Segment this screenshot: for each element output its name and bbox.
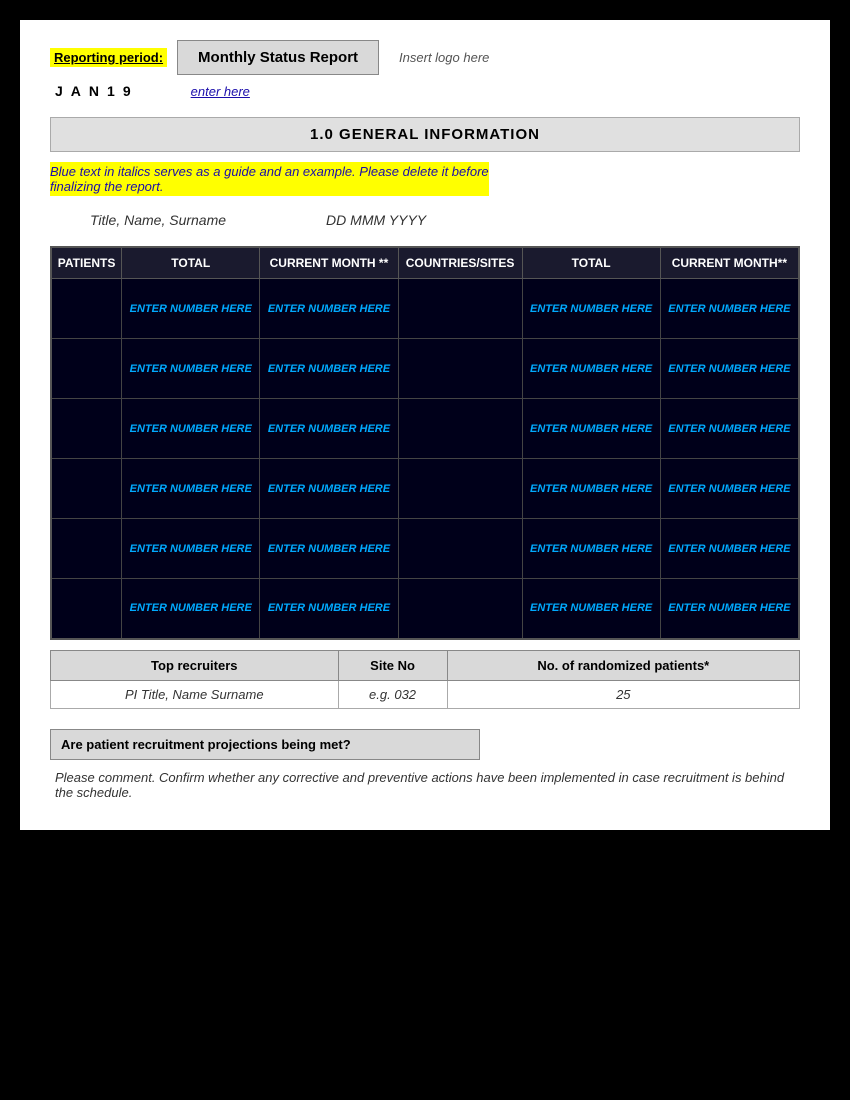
site-no: e.g. 032 (338, 680, 447, 708)
table-cell[interactable]: ENTER NUMBER HERE (522, 519, 660, 579)
table-cell[interactable] (51, 459, 122, 519)
table-cell[interactable]: ENTER NUMBER HERE (660, 459, 799, 519)
date-char-n: N (89, 83, 99, 99)
table-cell[interactable]: ENTER NUMBER HERE (122, 519, 260, 579)
table-cell[interactable]: ENTER NUMBER HERE (660, 339, 799, 399)
table-cell[interactable]: ENTER NUMBER HERE (522, 339, 660, 399)
enter-here-link[interactable]: enter here (191, 84, 250, 99)
pi-title-name: PI Title, Name Surname (51, 680, 339, 708)
monthly-status-box: Monthly Status Report (177, 40, 379, 75)
recruiters-col-2: Site No (338, 650, 447, 680)
date-char-9: 9 (123, 83, 131, 99)
guide-text: Blue text in italics serves as a guide a… (50, 162, 489, 196)
date-row: J A N 1 9 enter here (55, 83, 800, 99)
patients-table: PATIENTS TOTAL CURRENT MONTH ** COUNTRIE… (50, 246, 800, 640)
table-cell[interactable] (398, 339, 522, 399)
date-char-1: 1 (107, 83, 115, 99)
table-cell[interactable]: ENTER NUMBER HERE (660, 579, 799, 639)
table-cell[interactable] (51, 579, 122, 639)
table-cell[interactable]: ENTER NUMBER HERE (122, 459, 260, 519)
page: Reporting period: Monthly Status Report … (20, 20, 830, 830)
col-patients: PATIENTS (51, 247, 122, 279)
date-chars: J A N 1 9 (55, 83, 131, 99)
guide-text-wrapper: Blue text in italics serves as a guide a… (50, 162, 800, 212)
date-char-a: A (71, 83, 81, 99)
table-cell[interactable]: ENTER NUMBER HERE (660, 279, 799, 339)
table-cell[interactable]: ENTER NUMBER HERE (122, 399, 260, 459)
table-cell[interactable]: ENTER NUMBER HERE (260, 339, 398, 399)
table-cell[interactable]: ENTER NUMBER HERE (260, 459, 398, 519)
patients-count: 25 (447, 680, 799, 708)
table-cell[interactable]: ENTER NUMBER HERE (522, 459, 660, 519)
col-total2: TOTAL (522, 247, 660, 279)
insert-logo-text: Insert logo here (399, 50, 489, 65)
table-cell[interactable]: ENTER NUMBER HERE (522, 399, 660, 459)
recruiters-col-1: Top recruiters (51, 650, 339, 680)
table-cell[interactable]: ENTER NUMBER HERE (122, 579, 260, 639)
title-name-row: Title, Name, Surname DD MMM YYYY (50, 212, 800, 228)
title-name-surname: Title, Name, Surname (90, 212, 226, 228)
recruitment-comment: Please comment. Confirm whether any corr… (50, 770, 800, 800)
recruiters-col-3: No. of randomized patients* (447, 650, 799, 680)
table-cell[interactable] (398, 279, 522, 339)
table-cell[interactable]: ENTER NUMBER HERE (260, 399, 398, 459)
table-cell[interactable]: ENTER NUMBER HERE (260, 519, 398, 579)
table-cell[interactable]: ENTER NUMBER HERE (522, 579, 660, 639)
date-placeholder: DD MMM YYYY (326, 212, 426, 228)
table-cell[interactable]: ENTER NUMBER HERE (122, 279, 260, 339)
section-1-title: 1.0 GENERAL INFORMATION (50, 117, 800, 152)
date-char-j: J (55, 83, 63, 99)
table-cell[interactable]: ENTER NUMBER HERE (522, 279, 660, 339)
reporting-period-label: Reporting period: (50, 48, 167, 67)
col-countries-sites: COUNTRIES/SITES (398, 247, 522, 279)
col-current-month2: CURRENT MONTH** (660, 247, 799, 279)
header-row: Reporting period: Monthly Status Report … (50, 40, 800, 75)
recruitment-question: Are patient recruitment projections bein… (50, 729, 480, 760)
table-cell[interactable] (51, 399, 122, 459)
table-cell[interactable] (51, 339, 122, 399)
table-cell[interactable]: ENTER NUMBER HERE (122, 339, 260, 399)
col-current-month: CURRENT MONTH ** (260, 247, 398, 279)
table-cell[interactable]: ENTER NUMBER HERE (260, 279, 398, 339)
table-cell[interactable] (398, 579, 522, 639)
table-cell[interactable]: ENTER NUMBER HERE (660, 399, 799, 459)
table-cell[interactable] (398, 459, 522, 519)
recruiters-table: Top recruiters Site No No. of randomized… (50, 650, 800, 709)
recruiter-row-1: PI Title, Name Surname e.g. 032 25 (51, 680, 800, 708)
table-cell[interactable]: ENTER NUMBER HERE (260, 579, 398, 639)
table-cell[interactable] (398, 519, 522, 579)
table-cell[interactable] (51, 519, 122, 579)
table-cell[interactable]: ENTER NUMBER HERE (660, 519, 799, 579)
table-cell[interactable] (51, 279, 122, 339)
col-total: TOTAL (122, 247, 260, 279)
table-cell[interactable] (398, 399, 522, 459)
